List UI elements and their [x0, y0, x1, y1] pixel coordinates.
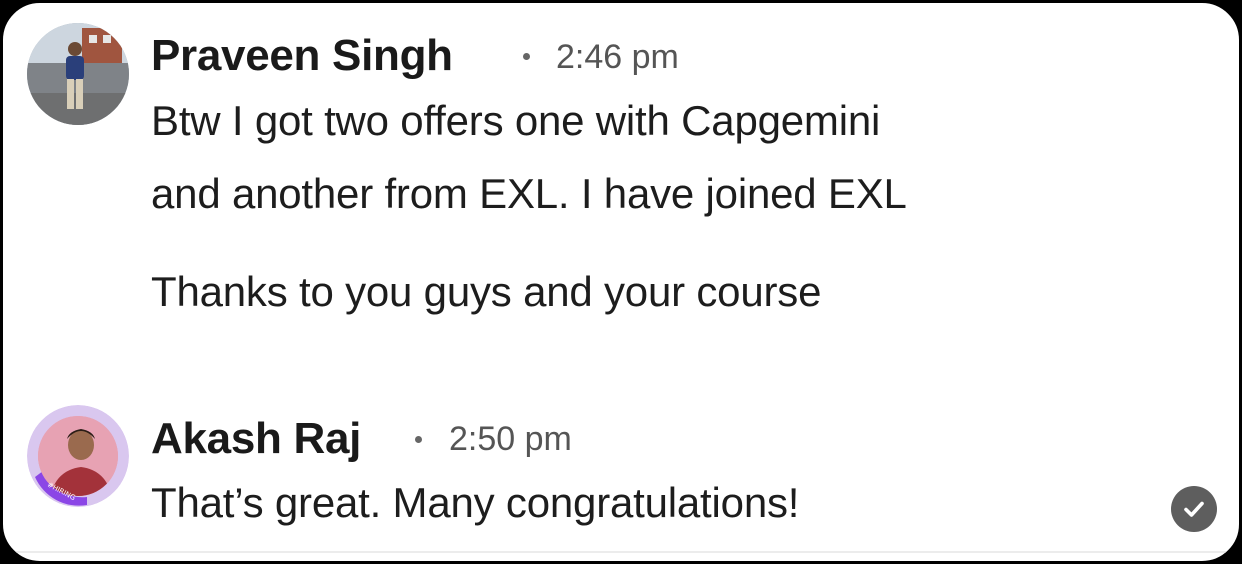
avatar-photo-hiring: #HIRING — [27, 405, 129, 507]
separator-dot — [415, 436, 422, 443]
check-circle-icon — [1171, 486, 1217, 532]
divider — [15, 551, 1227, 553]
separator-dot — [523, 53, 530, 60]
message-line: That’s great. Many congratulations! — [151, 479, 800, 526]
author-name[interactable]: Praveen Singh — [151, 31, 453, 81]
akash-raj-avatar[interactable]: #HIRING — [27, 405, 129, 507]
timestamp: 2:50 pm — [449, 420, 572, 458]
message-line: Btw I got two offers one with Capgemini — [151, 97, 881, 144]
author-name[interactable]: Akash Raj — [151, 414, 361, 464]
message-line: Thanks to you guys and your course — [151, 268, 822, 315]
message-line: and another from EXL. I have joined EXL — [151, 170, 907, 217]
avatar-photo — [27, 23, 129, 125]
chat-frame: Praveen Singh 2:46 pm Btw I got two offe… — [0, 0, 1242, 564]
timestamp: 2:46 pm — [556, 38, 679, 76]
praveen-singh-avatar[interactable] — [27, 23, 129, 125]
